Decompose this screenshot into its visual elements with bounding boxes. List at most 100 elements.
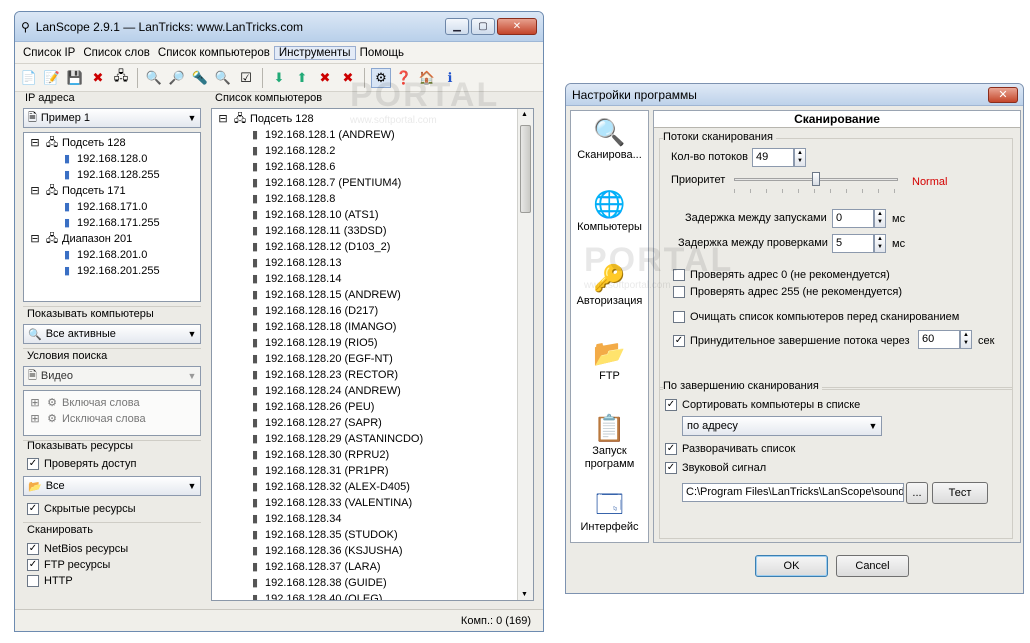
computers-scrollbar[interactable]: ▲ ▼ <box>517 109 533 600</box>
computer-list-item[interactable]: ▮ 192.168.128.16 (D217) <box>248 303 378 319</box>
computer-list-item[interactable]: ▮ 192.168.128.14 <box>248 271 342 287</box>
computer-list-item[interactable]: ▮ 192.168.128.34 <box>248 511 342 527</box>
search-icon[interactable]: 🔍 <box>144 68 164 88</box>
computer-list-item[interactable]: ▮ 192.168.128.19 (RIO5) <box>248 335 378 351</box>
sound-path-input[interactable]: C:\Program Files\LanTricks\LanScope\soun… <box>682 483 904 502</box>
expand-list-checkbox[interactable]: ✓ Разворачивать список <box>665 443 795 456</box>
computer-list-item[interactable]: ▮ 192.168.128.32 (ALEX-D405) <box>248 479 410 495</box>
new-list-icon[interactable]: 📄 <box>19 68 39 88</box>
scroll-down-icon[interactable]: ▼ <box>521 591 528 598</box>
tree-node[interactable]: ⊞ ⚙ Включая слова <box>28 395 139 411</box>
threads-stepper[interactable]: ▲ ▼ <box>794 148 806 167</box>
sidebar-item-scanning[interactable]: 🔍 Сканирова... <box>571 115 648 162</box>
remove-computer-icon[interactable]: ✖ <box>315 68 335 88</box>
ok-button[interactable]: OK <box>755 555 828 577</box>
priority-slider-thumb[interactable] <box>812 172 820 186</box>
computer-list-item[interactable]: ▮ 192.168.128.38 (GUIDE) <box>248 575 387 591</box>
menu-ip-list[interactable]: Список IP <box>19 47 79 59</box>
maximize-button[interactable]: ▢ <box>471 18 495 35</box>
ip-tree[interactable]: ⊟ 🖧 Подсеть 128 ▮ 192.168.128.0 ▮ 192.168.12… <box>23 132 201 302</box>
delay-start-stepper[interactable]: ▲ ▼ <box>874 209 886 228</box>
sound-checkbox[interactable]: ✓ Звуковой сигнал <box>665 462 766 475</box>
computer-list-item[interactable]: ▮ 192.168.128.31 (PR1PR) <box>248 463 389 479</box>
delete-list-icon[interactable]: ✖ <box>88 68 108 88</box>
network-icon[interactable]: 🖧 <box>111 68 131 88</box>
computer-list-item[interactable]: ▮ 192.168.128.8 <box>248 191 335 207</box>
menu-word-list[interactable]: Список слов <box>79 47 154 59</box>
computer-list-item[interactable]: ▮ 192.168.128.36 (KSJUSHA) <box>248 543 403 559</box>
find-next-icon[interactable]: 🔍 <box>213 68 233 88</box>
clear-list-checkbox[interactable]: Очищать список компьютеров перед сканиро… <box>673 311 959 324</box>
cancel-button[interactable]: Cancel <box>836 555 909 577</box>
delay-check-stepper[interactable]: ▲ ▼ <box>874 234 886 253</box>
tree-node[interactable]: ⊟ 🖧 Диапазон 201 <box>28 231 132 247</box>
settings-titlebar[interactable]: Настройки программы <box>566 84 1023 106</box>
resources-combo[interactable]: 📂 Все ▼ <box>23 476 201 496</box>
sidebar-item-ftp[interactable]: 📂 FTP <box>571 336 648 383</box>
computer-list-item[interactable]: ▮ 192.168.128.20 (EGF-NT) <box>248 351 393 367</box>
find-icon[interactable]: 🔦 <box>190 68 210 88</box>
computer-list-item[interactable]: ▮ 192.168.128.29 (ASTANINCDO) <box>248 431 423 447</box>
sidebar-item-authorization[interactable]: 🔑 Авторизация <box>571 261 648 308</box>
check-addr0-checkbox[interactable]: Проверять адрес 0 (не рекомендуется) <box>673 269 890 282</box>
tree-node[interactable]: ▮ 192.168.201.255 <box>60 263 160 279</box>
info-icon[interactable]: ℹ <box>440 68 460 88</box>
hidden-resources-checkbox[interactable]: ✓ Скрытые ресурсы <box>27 503 136 516</box>
menu-computer-list[interactable]: Список компьютеров <box>154 47 274 59</box>
threads-input[interactable]: 49 <box>752 148 794 167</box>
computer-list-item[interactable]: ▮ 192.168.128.13 <box>248 255 342 271</box>
computer-list-item[interactable]: ▮ 192.168.128.26 (PEU) <box>248 399 375 415</box>
test-button[interactable]: Тест <box>932 482 988 504</box>
computer-list-item[interactable]: ▮ 192.168.128.7 (PENTIUM4) <box>248 175 401 191</box>
netbios-checkbox[interactable]: ✓ NetBios ресурсы <box>27 543 128 556</box>
menu-help[interactable]: Помощь <box>356 47 408 59</box>
words-tree[interactable]: ⊞ ⚙ Включая слова ⊞ ⚙ Исключая слова <box>23 390 201 436</box>
computer-up-icon[interactable]: ⬆ <box>292 68 312 88</box>
search-words-icon[interactable]: 🔎 <box>167 68 187 88</box>
browse-button[interactable]: ... <box>906 482 928 504</box>
sidebar-item-run-programs[interactable]: 📋 Запуск программ <box>571 411 648 471</box>
computer-list-item[interactable]: ▮ 192.168.128.23 (RECTOR) <box>248 367 398 383</box>
computer-list-item[interactable]: ▮ 192.168.128.30 (RPRU2) <box>248 447 389 463</box>
sidebar-item-computers[interactable]: 🌐 Компьютеры <box>571 187 648 234</box>
force-finish-stepper[interactable]: ▲ ▼ <box>960 330 972 349</box>
close-button[interactable]: ✕ <box>497 18 537 35</box>
sort-checkbox[interactable]: ✓ Сортировать компьютеры в списке <box>665 399 860 412</box>
computer-list-item[interactable]: ▮ 192.168.128.15 (ANDREW) <box>248 287 401 303</box>
computer-list-item[interactable]: ▮ 192.168.128.27 (SAPR) <box>248 415 382 431</box>
scroll-thumb[interactable] <box>520 125 531 213</box>
minimize-button[interactable]: ▁ <box>445 18 469 35</box>
http-checkbox[interactable]: HTTP <box>27 575 73 588</box>
show-computers-combo[interactable]: 🔍 Все активные ▼ <box>23 324 201 344</box>
computer-list-item[interactable]: ▮ 192.168.128.18 (IMANGO) <box>248 319 397 335</box>
tree-node[interactable]: ▮ 192.168.171.0 <box>60 199 147 215</box>
computer-list-item[interactable]: ▮ 192.168.128.12 (D103_2) <box>248 239 390 255</box>
save-list-icon[interactable]: 💾 <box>65 68 85 88</box>
settings-icon[interactable]: ⚙ <box>371 67 391 88</box>
stop-icon[interactable]: ✖ <box>338 68 358 88</box>
scroll-up-icon[interactable]: ▲ <box>521 111 528 118</box>
check-access-checkbox[interactable]: ✓ Проверять доступ <box>27 458 136 471</box>
edit-list-icon[interactable]: 📝 <box>42 68 62 88</box>
computer-list-item[interactable]: ▮ 192.168.128.1 (ANDREW) <box>248 127 395 143</box>
home-icon[interactable]: 🏠 <box>417 68 437 88</box>
settings-close-button[interactable]: ✕ <box>988 87 1018 103</box>
ftp-checkbox[interactable]: ✓ FTP ресурсы <box>27 559 110 572</box>
computer-list-item[interactable]: ▮ 192.168.128.10 (ATS1) <box>248 207 379 223</box>
tree-node[interactable]: ▮ 192.168.201.0 <box>60 247 147 263</box>
computers-tree[interactable]: ⊟ 🖧 Подсеть 128 ▮ 192.168.128.1 (ANDREW) ▮ 19… <box>211 108 534 601</box>
search-conditions-combo[interactable]: 🗎 Видео ▼ <box>23 366 201 386</box>
help-icon[interactable]: ❓ <box>394 68 414 88</box>
main-titlebar[interactable]: ⚲ LanScope 2.9.1 — LanTricks: www.LanTri… <box>15 12 543 42</box>
force-finish-input[interactable]: 60 <box>918 330 960 349</box>
computer-list-item[interactable]: ▮ 192.168.128.24 (ANDREW) <box>248 383 401 399</box>
tree-node[interactable]: ▮ 192.168.128.255 <box>60 167 160 183</box>
tree-node[interactable]: ▮ 192.168.128.0 <box>60 151 147 167</box>
computer-down-icon[interactable]: ⬇ <box>269 68 289 88</box>
tree-node[interactable]: ⊟ 🖧 Подсеть 171 <box>28 183 125 199</box>
computer-list-item[interactable]: ▮ 192.168.128.40 (OLEG) <box>248 591 382 600</box>
tree-node[interactable]: ⊞ ⚙ Исключая слова <box>28 411 145 427</box>
delay-start-input[interactable]: 0 <box>832 209 874 228</box>
computer-list-item[interactable]: ▮ 192.168.128.6 <box>248 159 335 175</box>
tree-node[interactable]: ⊟ 🖧 Подсеть 128 <box>28 135 125 151</box>
